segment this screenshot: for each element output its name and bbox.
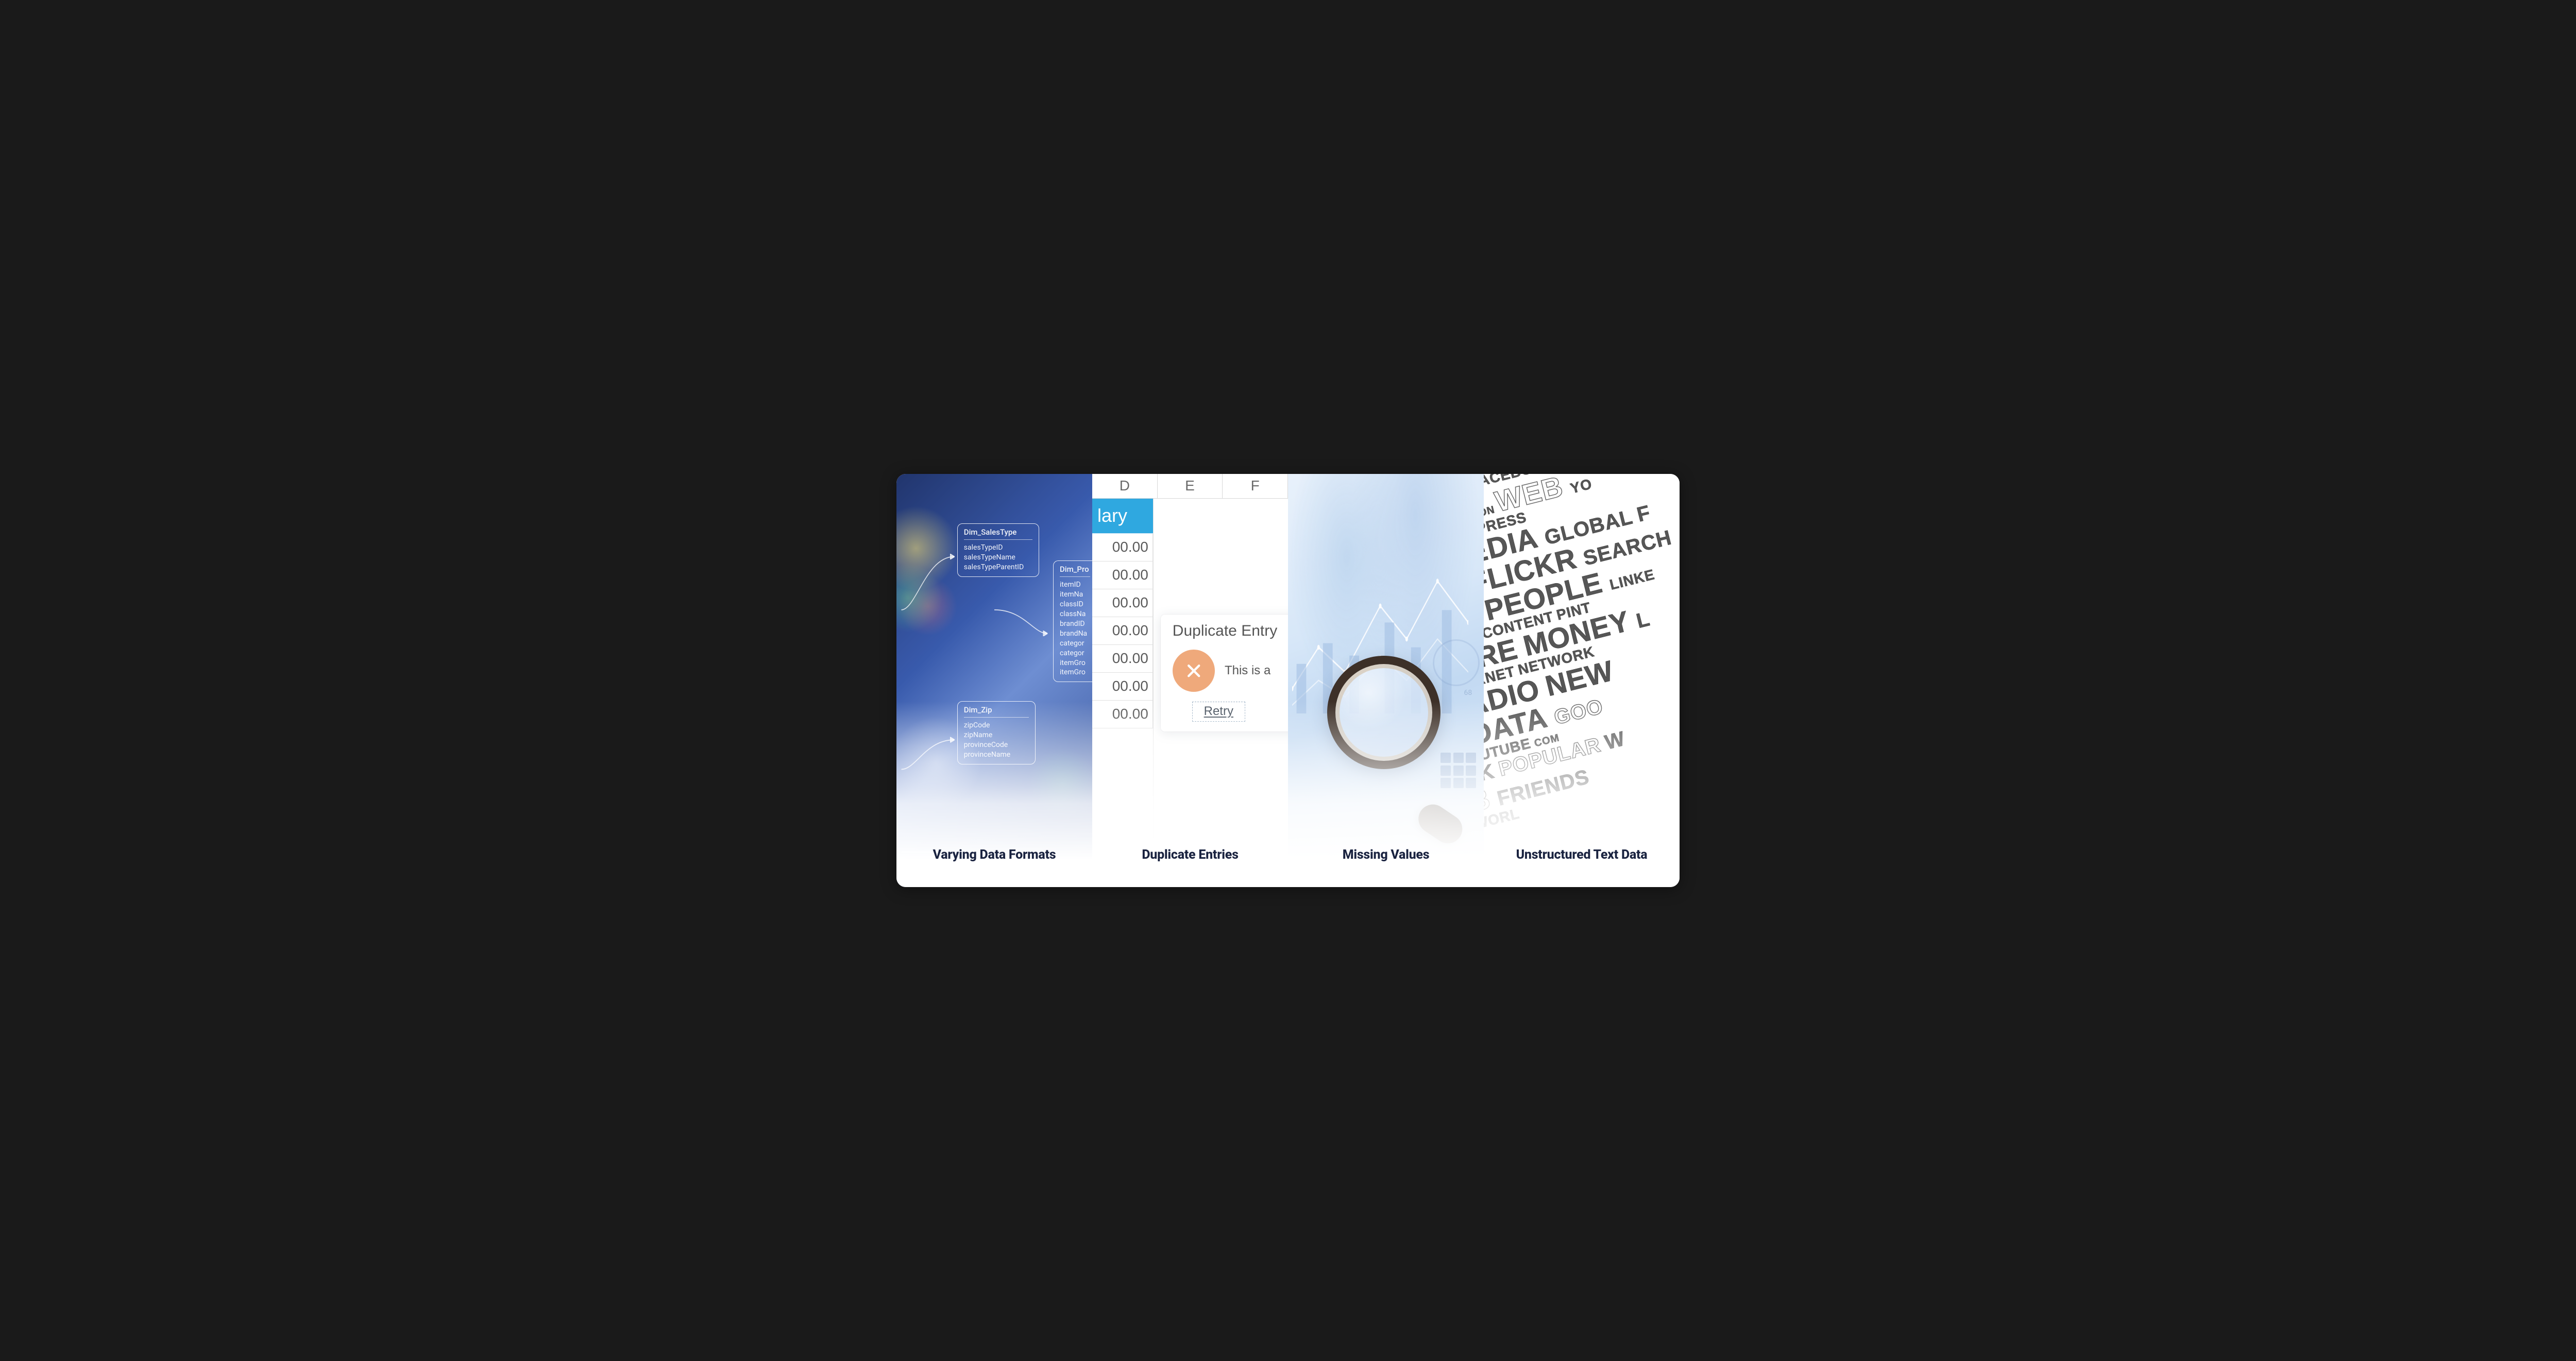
col-header: D [1092, 474, 1158, 498]
word-cloud: NEWSSOCIALGOOGLE+FACEBOOKDATCOMMUNICATIO… [1484, 474, 1680, 888]
panel1-art: Dim_SalesType salesTypeID salesTypeName … [896, 474, 1092, 888]
sheet-cell: 00.00 [1092, 617, 1153, 645]
panel-duplicate-entries: D E F lary 00.00 00.00 00.00 00.00 00.00… [1092, 474, 1288, 888]
dialog-message: This is a [1225, 664, 1270, 678]
panel-varying-data-formats: Dim_SalesType salesTypeID salesTypeName … [896, 474, 1092, 888]
schema-connectors [896, 474, 1092, 888]
sheet-cell: 00.00 [1092, 534, 1153, 562]
panel3-art: 68 [1288, 474, 1484, 888]
sheet-cells: 00.00 00.00 00.00 00.00 00.00 00.00 00.0… [1092, 534, 1153, 728]
panel-unstructured-text-data: NEWSSOCIALGOOGLE+FACEBOOKDATCOMMUNICATIO… [1484, 474, 1680, 888]
magnifier-lens-icon [1327, 656, 1440, 769]
panel4-art: NEWSSOCIALGOOGLE+FACEBOOKDATCOMMUNICATIO… [1484, 474, 1680, 888]
retry-button[interactable]: Retry [1192, 702, 1245, 722]
panel-caption: Duplicate Entries [1092, 847, 1288, 862]
sheet-cell: 00.00 [1092, 673, 1153, 701]
panel-missing-values: 68 Missing Values [1288, 474, 1484, 888]
panel-caption: Missing Values [1288, 847, 1484, 862]
dialog-title: Duplicate Entry [1173, 622, 1288, 640]
sheet-cell: 00.00 [1092, 562, 1153, 589]
panel2-art: D E F lary 00.00 00.00 00.00 00.00 00.00… [1092, 474, 1288, 888]
panel-caption: Varying Data Formats [896, 847, 1092, 862]
sheet-cell: 00.00 [1092, 589, 1153, 617]
col-header: E [1158, 474, 1223, 498]
sheet-header-fragment: lary [1092, 499, 1153, 534]
card-row: Dim_SalesType salesTypeID salesTypeName … [896, 474, 1680, 888]
duplicate-entry-dialog: Duplicate Entry This is a Retry [1161, 615, 1288, 731]
sheet-cell: 00.00 [1092, 645, 1153, 673]
wordcloud-word: W [1603, 728, 1627, 754]
col-header: F [1223, 474, 1288, 498]
wordcloud-word: L [1634, 609, 1652, 633]
wordcloud-word: F [1635, 502, 1653, 526]
gauge-ring [1433, 639, 1480, 686]
grid-icon [1440, 753, 1476, 788]
gauge-value: 68 [1464, 689, 1472, 697]
sheet-column-headers: D E F [1092, 474, 1288, 499]
sheet-cell: 00.00 [1092, 701, 1153, 728]
panel-caption: Unstructured Text Data [1484, 847, 1680, 862]
error-x-icon [1173, 650, 1215, 692]
wordcloud-word: YO [1569, 477, 1594, 496]
